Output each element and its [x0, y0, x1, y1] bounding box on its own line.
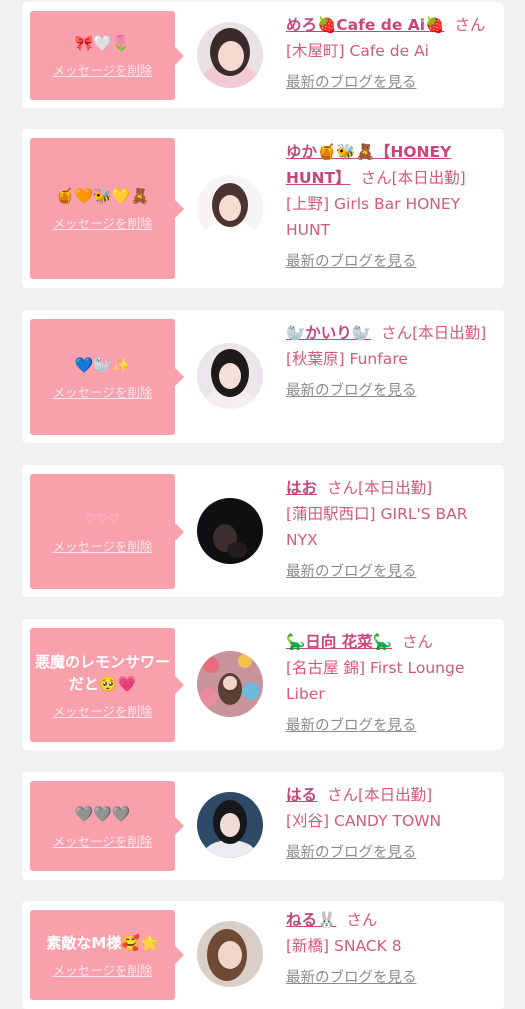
message-bubble: 🎀🤍🌷 メッセージを削除: [30, 11, 184, 100]
cast-info: はる さん[本日出勤] [刈谷] CANDY TOWN 最新のブログを見る: [286, 782, 496, 866]
message-card: 素敵なM様🥰🌟 メッセージを削除 ねる🐰 さん [新橋] SNACK 8 最新のブ…: [22, 901, 504, 1009]
message-card: ♡♡♡ メッセージを削除 はお さん[本日出勤] [蒲田駅西口] GIRL'S B…: [22, 465, 504, 597]
attendance-status: [本日出勤]: [391, 169, 466, 187]
message-card: 🩶🩶🩶 メッセージを削除 はる さん[本日出勤] [刈谷] CANDY TOWN …: [22, 772, 504, 880]
latest-blog-link[interactable]: 最新のブログを見る: [286, 70, 496, 96]
cast-info: ねる🐰 さん [新橋] SNACK 8 最新のブログを見る: [286, 907, 496, 991]
message-text: ♡♡♡: [84, 512, 121, 526]
cast-name-link[interactable]: 🦭かいり🦭: [286, 324, 371, 342]
cast-name-link[interactable]: ねる🐰: [286, 911, 336, 929]
avatar[interactable]: [197, 175, 263, 241]
cast-info: 🦕日向 花菜🦕 さん [名古屋 錦] First Lounge Liber 最新の…: [286, 629, 496, 739]
attendance-status: [本日出勤]: [358, 479, 433, 497]
delete-message-link[interactable]: メッセージを削除: [53, 831, 153, 850]
delete-message-link[interactable]: メッセージを削除: [53, 536, 153, 555]
message-card: 💙🦭✨ メッセージを削除 🦭かいり🦭 さん[本日出勤] [秋葉原] Funfare…: [22, 310, 504, 443]
message-bubble: 素敵なM様🥰🌟 メッセージを削除: [30, 910, 184, 1000]
cast-name-link[interactable]: めろ🍓Cafe de Ai🍓: [286, 16, 444, 34]
store-label: [名古屋 錦] First Lounge Liber: [286, 659, 465, 703]
honorific: さん: [402, 633, 434, 651]
avatar[interactable]: [197, 22, 263, 88]
message-text: 💙🦭✨: [74, 355, 131, 374]
cast-name-link[interactable]: 🦕日向 花菜🦕: [286, 633, 392, 651]
store-label: [蒲田駅西口] GIRL'S BAR NYX: [286, 505, 468, 549]
latest-blog-link[interactable]: 最新のブログを見る: [286, 840, 496, 866]
latest-blog-link[interactable]: 最新のブログを見る: [286, 965, 496, 991]
delete-message-link[interactable]: メッセージを削除: [53, 60, 153, 79]
honorific: さん: [327, 786, 359, 804]
message-bubble: 🍯🧡🐝💛🧸 メッセージを削除: [30, 138, 184, 279]
store-label: [木屋町] Cafe de Ai: [286, 42, 429, 60]
avatar[interactable]: [197, 792, 263, 858]
message-bubble: 🩶🩶🩶 メッセージを削除: [30, 781, 184, 871]
message-card: 🍯🧡🐝💛🧸 メッセージを削除 ゆか🍯🐝🧸【HONEY HUNT】 さん[本日出勤]…: [22, 129, 504, 288]
message-text: 🩶🩶🩶: [74, 804, 131, 823]
message-card: 🎀🤍🌷 メッセージを削除 めろ🍓Cafe de Ai🍓 さん [木屋町] Cafe…: [22, 2, 504, 108]
avatar[interactable]: [197, 343, 263, 409]
store-label: [刈谷] CANDY TOWN: [286, 812, 442, 830]
delete-message-link[interactable]: メッセージを削除: [53, 701, 153, 720]
delete-message-link[interactable]: メッセージを削除: [53, 213, 153, 232]
cast-name-link[interactable]: はる: [286, 786, 317, 804]
attendance-status: [本日出勤]: [358, 786, 433, 804]
store-label: [新橋] SNACK 8: [286, 937, 402, 955]
message-list: 🎀🤍🌷 メッセージを削除 めろ🍓Cafe de Ai🍓 さん [木屋町] Cafe…: [0, 0, 525, 1009]
honorific: さん: [454, 16, 486, 34]
delete-message-link[interactable]: メッセージを削除: [53, 382, 153, 401]
message-bubble: 悪魔のレモンサワーだと🥺💗 メッセージを削除: [30, 628, 184, 742]
cast-info: はお さん[本日出勤] [蒲田駅西口] GIRL'S BAR NYX 最新のブログ…: [286, 475, 496, 585]
cast-info: めろ🍓Cafe de Ai🍓 さん [木屋町] Cafe de Ai 最新のブログ…: [286, 12, 496, 96]
message-text: 悪魔のレモンサワーだと🥺💗: [34, 652, 170, 693]
message-text: 🎀🤍🌷: [74, 34, 131, 52]
store-label: [秋葉原] Funfare: [286, 350, 408, 368]
attendance-status: [本日出勤]: [412, 324, 487, 342]
message-text: 🍯🧡🐝💛🧸: [55, 187, 150, 205]
avatar[interactable]: [197, 498, 263, 564]
honorific: さん: [346, 911, 378, 929]
honorific: さん: [327, 479, 359, 497]
cast-info: 🦭かいり🦭 さん[本日出勤] [秋葉原] Funfare 最新のブログを見る: [286, 320, 496, 404]
message-bubble: 💙🦭✨ メッセージを削除: [30, 319, 184, 435]
message-bubble: ♡♡♡ メッセージを削除: [30, 474, 184, 589]
cast-info: ゆか🍯🐝🧸【HONEY HUNT】 さん[本日出勤] [上野] Girls Bar…: [286, 139, 496, 275]
latest-blog-link[interactable]: 最新のブログを見る: [286, 713, 496, 739]
latest-blog-link[interactable]: 最新のブログを見る: [286, 559, 496, 585]
avatar[interactable]: [197, 651, 263, 717]
message-text: 素敵なM様🥰🌟: [46, 933, 159, 952]
cast-name-link[interactable]: はお: [286, 479, 317, 497]
avatar[interactable]: [197, 921, 263, 987]
delete-message-link[interactable]: メッセージを削除: [53, 960, 153, 979]
latest-blog-link[interactable]: 最新のブログを見る: [286, 249, 496, 275]
store-label: [上野] Girls Bar HONEY HUNT: [286, 195, 461, 239]
message-card: 悪魔のレモンサワーだと🥺💗 メッセージを削除 🦕日向 花菜🦕 さん [名古屋 錦]…: [22, 619, 504, 750]
honorific: さん: [360, 169, 392, 187]
latest-blog-link[interactable]: 最新のブログを見る: [286, 378, 496, 404]
honorific: さん: [381, 324, 413, 342]
